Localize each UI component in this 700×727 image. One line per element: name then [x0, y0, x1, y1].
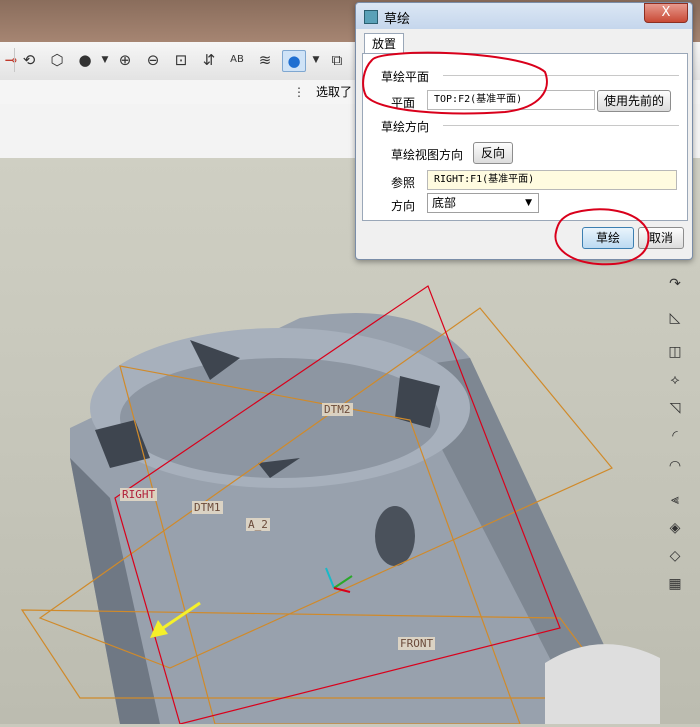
highlight-sketch-plane [362, 51, 548, 115]
highlight-sketch-button [554, 208, 650, 266]
annotation-overlay [362, 51, 650, 266]
